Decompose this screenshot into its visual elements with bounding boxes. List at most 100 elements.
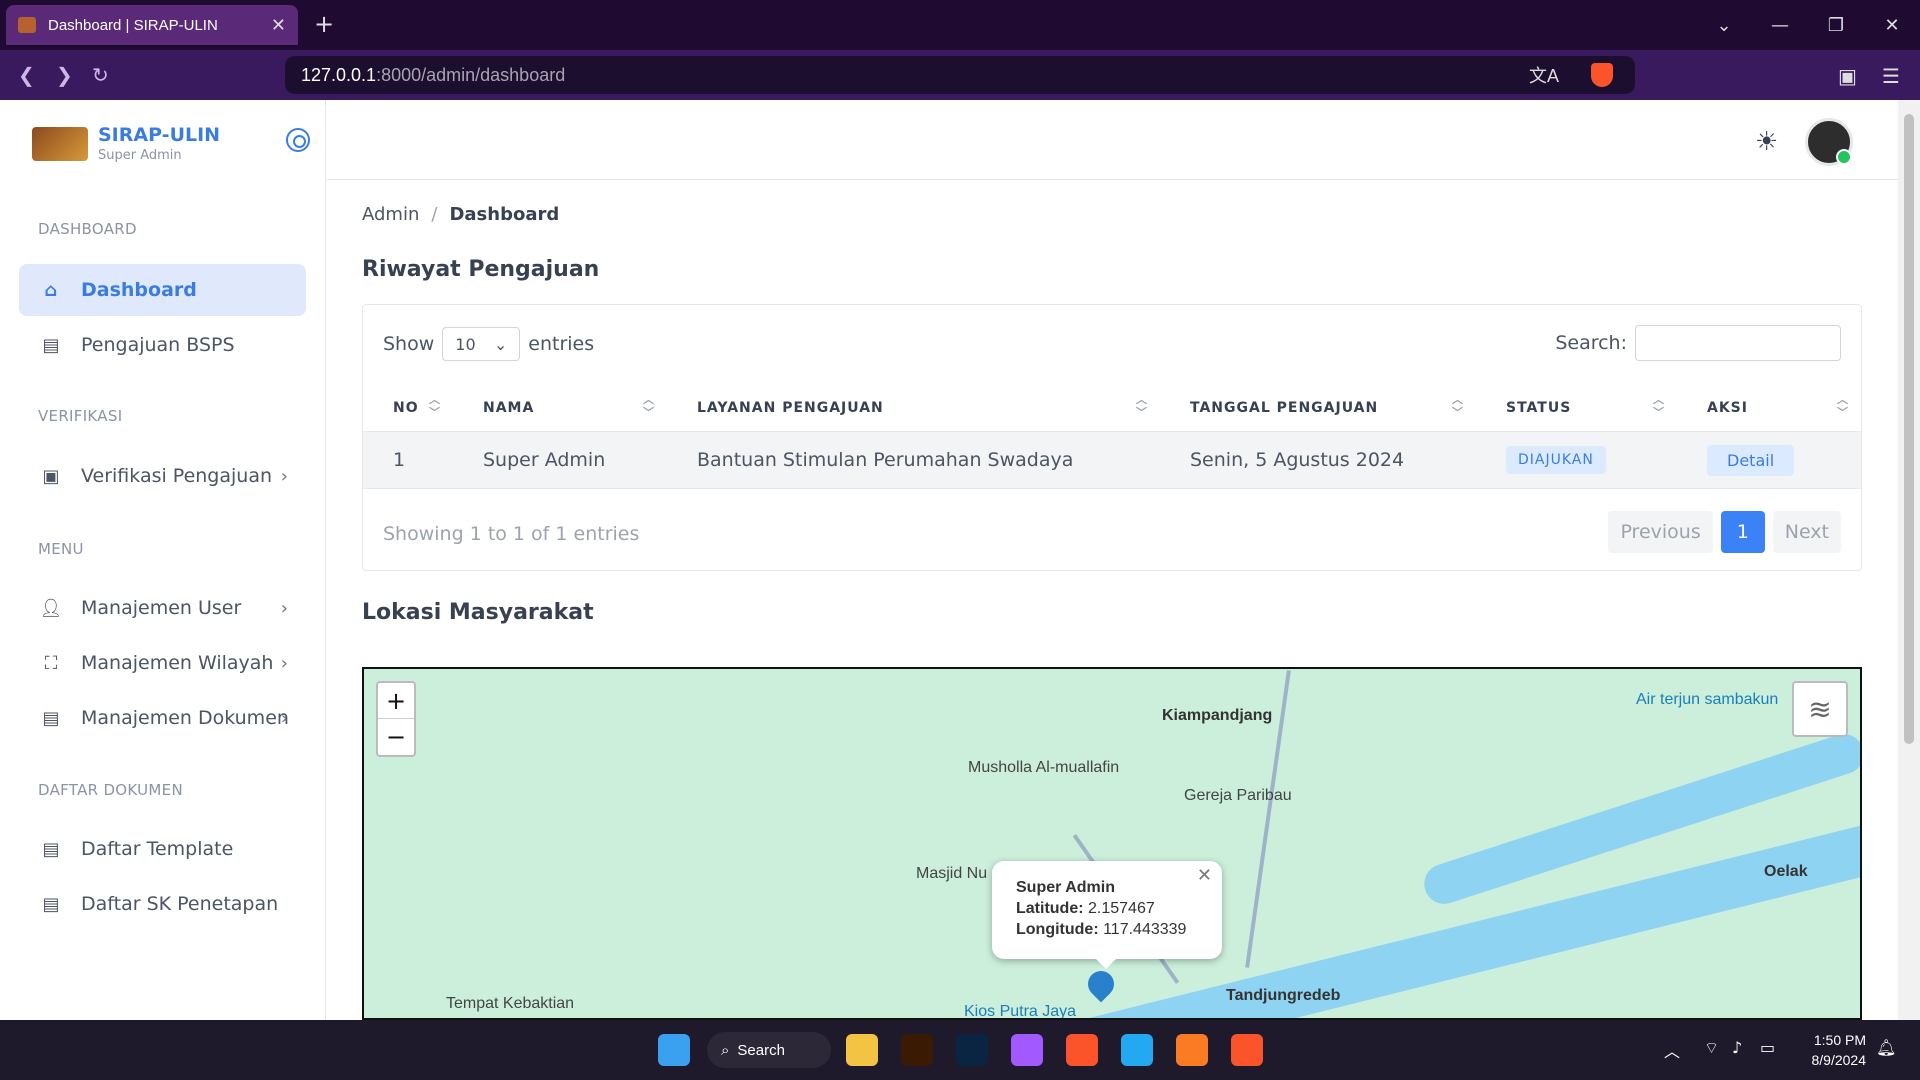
sidebar-item-sk[interactable]: ▤ Daftar SK Penetapan: [19, 878, 306, 930]
forward-icon[interactable]: ❯: [56, 63, 73, 87]
scrollbar-thumb[interactable]: [1904, 114, 1914, 744]
page-size-select[interactable]: 10 ⌄: [442, 327, 521, 361]
close-icon[interactable]: ✕: [1197, 865, 1212, 886]
volume-icon[interactable]: ♪: [1732, 1038, 1742, 1057]
xampp-icon[interactable]: [1176, 1034, 1208, 1066]
map-label: Tempat Kebaktian: [446, 995, 575, 1012]
column-label: NAMA: [483, 400, 535, 416]
riwayat-title: Riwayat Pengajuan: [362, 257, 600, 282]
map-label: Kios Putra Jaya: [964, 1003, 1077, 1020]
browser-menu-icon[interactable]: ☰: [1882, 64, 1900, 88]
chevron-right-icon: ›: [280, 465, 288, 487]
brand-logo: [32, 126, 88, 161]
map-icon: ⛶: [44, 652, 58, 674]
column-header-nama[interactable]: NAMA ︿ ﹀: [453, 385, 667, 431]
sidebar-item-pengajuan[interactable]: ▤ Pengajuan BSPS: [19, 319, 306, 371]
translate-icon[interactable]: 文A: [1529, 62, 1559, 88]
sidebar-item-label: Daftar SK Penetapan: [81, 893, 279, 915]
column-header-layanan[interactable]: LAYANAN PENGAJUAN ︿ ﹀: [667, 385, 1160, 431]
previous-button[interactable]: Previous: [1608, 511, 1713, 553]
sort-icon: ︿ ﹀: [1452, 393, 1464, 419]
windows-start-icon[interactable]: [658, 1034, 690, 1066]
home-icon: ⌂: [44, 279, 58, 301]
taskbar: ⌕ Search ︿ ⌔ ♪ ▭ 1:50 PM 8/9/2024 🔔︎: [0, 1020, 1920, 1080]
sidebar-item-dashboard[interactable]: ⌂ Dashboard: [19, 264, 306, 316]
avatar[interactable]: [1805, 118, 1853, 166]
detail-button[interactable]: Detail: [1707, 444, 1795, 476]
photoshop-icon[interactable]: [956, 1034, 988, 1066]
sidebar-item-wilayah[interactable]: ⛶ Manajemen Wilayah ›: [19, 637, 306, 689]
url-bar[interactable]: i 127.0.0.1:8000/admin/dashboard 文A: [285, 56, 1635, 288]
column-header-status[interactable]: STATUS ︿ ﹀: [1476, 385, 1677, 431]
theme-toggle-sun-icon[interactable]: ☀: [1755, 127, 1778, 157]
notification-bell-icon[interactable]: 🔔︎: [1876, 1038, 1896, 1057]
column-header-no[interactable]: NO ︿ ﹀: [363, 385, 453, 431]
location-map[interactable]: + − ≋ Kiampandjang Musholla Al-muallafin…: [362, 667, 1862, 1020]
vscode-icon[interactable]: [1121, 1034, 1153, 1066]
chevron-right-icon: ›: [280, 707, 288, 729]
browser-tab[interactable]: Dashboard | SIRAP-ULIN ✕: [6, 5, 298, 45]
sidebar-item-label: Manajemen Wilayah: [81, 652, 274, 674]
minimize-icon[interactable]: —: [1752, 15, 1808, 36]
sidebar-item-user[interactable]: 👤︎ Manajemen User ›: [19, 582, 306, 634]
back-icon[interactable]: ❮: [18, 63, 35, 87]
sort-icon: ︿ ﹀: [1837, 393, 1849, 419]
sidebar-toggle-icon[interactable]: [286, 128, 310, 152]
latitude-label: Latitude:: [1016, 900, 1084, 917]
brave-icon[interactable]: [1231, 1034, 1263, 1066]
column-header-tanggal[interactable]: TANGGAL PENGAJUAN ︿ ﹀: [1160, 385, 1476, 431]
layers-icon[interactable]: ≋: [1792, 681, 1848, 737]
chevron-down-icon: ⌄: [493, 334, 508, 354]
new-tab-icon[interactable]: +: [314, 10, 334, 38]
restore-icon[interactable]: ❐: [1808, 15, 1864, 36]
cell-no: 1: [393, 449, 406, 471]
brand-name: SIRAP-ULIN: [98, 124, 221, 146]
sidebar-item-label: Pengajuan BSPS: [81, 334, 235, 356]
clock[interactable]: 1:50 PM 8/9/2024: [1812, 1030, 1867, 1070]
tab-search-icon[interactable]: ⌄: [1696, 15, 1752, 36]
inbox-icon: ▣: [42, 465, 60, 487]
page-1-button[interactable]: 1: [1720, 511, 1765, 553]
cell-aksi: Detail: [1677, 444, 1861, 476]
cell-tanggal: Senin, 5 Agustus 2024: [1190, 449, 1405, 471]
file-explorer-icon[interactable]: [846, 1034, 878, 1066]
reload-icon[interactable]: ↻: [92, 63, 109, 87]
search-input[interactable]: [1635, 325, 1841, 361]
tab-close-icon[interactable]: ✕: [271, 15, 286, 36]
illustrator-icon[interactable]: [901, 1034, 933, 1066]
battery-icon[interactable]: ▭: [1760, 1038, 1775, 1057]
taskbar-search[interactable]: ⌕ Search: [707, 1032, 831, 1068]
brave-beta-icon[interactable]: [1066, 1034, 1098, 1066]
longitude-value: 117.443339: [1103, 921, 1187, 938]
zoom-out-button[interactable]: −: [378, 719, 414, 755]
column-header-aksi[interactable]: AKSI ︿ ﹀: [1677, 385, 1861, 431]
breadcrumb-root[interactable]: Admin: [362, 204, 419, 225]
next-button[interactable]: Next: [1772, 511, 1841, 553]
url-path: :8000/admin/dashboard: [376, 64, 566, 85]
zoom-control: + −: [376, 681, 416, 757]
sidebar-item-dokumen[interactable]: ▤ Manajemen Dokumen ›: [19, 692, 306, 744]
figma-icon[interactable]: [1011, 1034, 1043, 1066]
map-label: Air terjun sambakun: [1636, 691, 1779, 708]
close-window-icon[interactable]: ✕: [1864, 15, 1920, 36]
popup-longitude: Longitude: 117.443339: [1016, 919, 1198, 940]
tray-chevron-up-icon[interactable]: ︿: [1664, 1038, 1680, 1062]
status-badge: DIAJUKAN: [1506, 446, 1606, 474]
map-marker-icon[interactable]: [1082, 965, 1120, 1003]
address-bar-row: ❮ ❯ ↻ i 127.0.0.1:8000/admin/dashboard 文…: [0, 50, 1920, 288]
wifi-icon[interactable]: ⌔: [1704, 1038, 1719, 1058]
page-size-value: 10: [455, 334, 476, 354]
wallet-icon[interactable]: ▣: [1838, 64, 1857, 88]
breadcrumb-separator: /: [431, 204, 438, 225]
sidebar-item-label: Dashboard: [81, 279, 197, 301]
brand[interactable]: SIRAP-ULIN Super Admin: [32, 124, 220, 163]
sidebar-item-template[interactable]: ▤ Daftar Template: [19, 823, 306, 875]
sidebar-item-verifikasi[interactable]: ▣ Verifikasi Pengajuan ›: [19, 450, 306, 502]
brave-shields-icon[interactable]: [1591, 63, 1613, 87]
map-label: Musholla Al-muallafin: [968, 759, 1120, 776]
popup-latitude: Latitude: 2.157467: [1016, 898, 1198, 919]
page-scrollbar[interactable]: [1898, 100, 1920, 1020]
zoom-in-button[interactable]: +: [378, 683, 414, 719]
riwayat-card: Show 10 ⌄ entries Search: NO ︿ ﹀ NAMA ︿ ﹀ LA…: [362, 304, 1862, 571]
search-label: Search:: [1555, 332, 1627, 354]
